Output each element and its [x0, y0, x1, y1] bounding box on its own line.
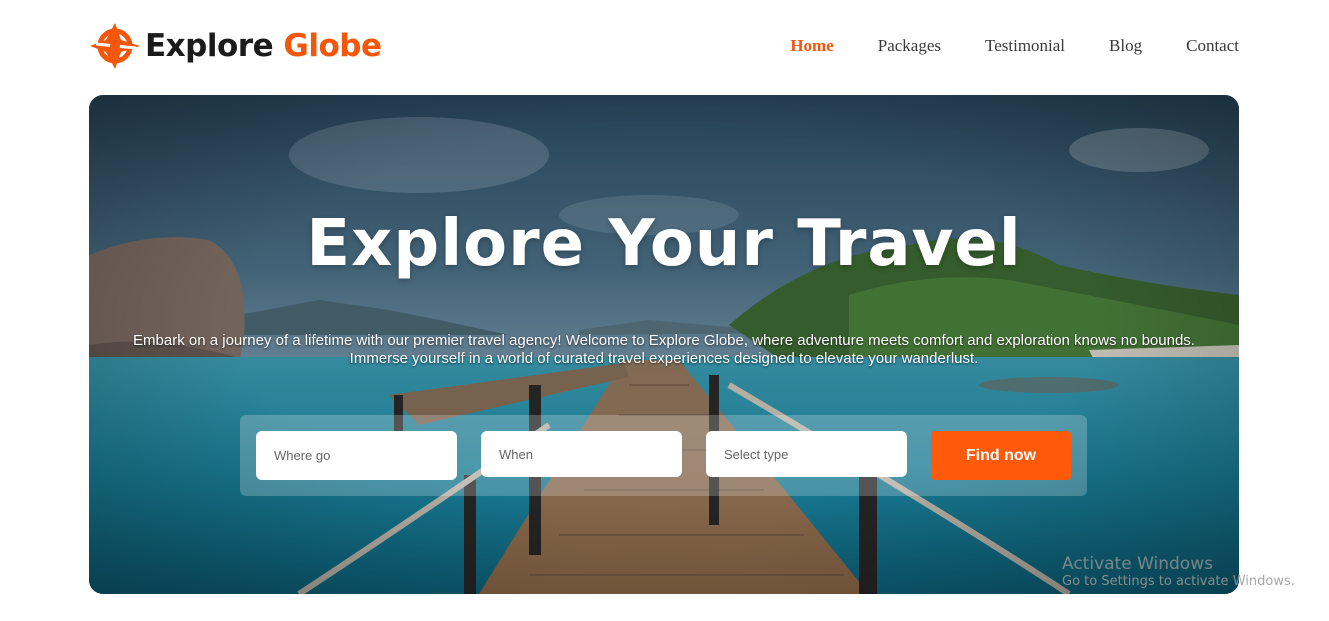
nav-item-testimonial[interactable]: Testimonial: [985, 36, 1065, 56]
nav-item-packages[interactable]: Packages: [878, 36, 941, 56]
type-field[interactable]: [706, 431, 907, 477]
brand-name-part1: Explore: [145, 28, 274, 64]
hero-description-line1: Embark on a journey of a lifetime with o…: [133, 332, 1195, 349]
nav-item-contact[interactable]: Contact: [1186, 36, 1239, 56]
brand-name-part2: Globe: [283, 28, 382, 64]
brand-logo[interactable]: Explore Globe: [88, 20, 382, 72]
globe-plane-icon: [90, 23, 140, 69]
nav-item-blog[interactable]: Blog: [1109, 36, 1142, 56]
nav-item-home[interactable]: Home: [790, 36, 833, 56]
type-select[interactable]: [722, 445, 891, 463]
hero-description-line2: Immerse yourself in a world of curated t…: [349, 350, 979, 367]
where-input[interactable]: [272, 447, 441, 464]
where-field[interactable]: [256, 431, 457, 480]
watermark-title: Activate Windows: [1062, 554, 1213, 574]
find-now-button[interactable]: Find now: [931, 431, 1071, 480]
when-input[interactable]: [497, 445, 666, 463]
hero-description: Embark on a journey of a lifetime with o…: [89, 332, 1239, 368]
page: Explore Globe Home Packages Testimonial …: [0, 0, 1329, 621]
when-field[interactable]: [481, 431, 682, 477]
main-nav: Home Packages Testimonial Blog Contact: [746, 36, 1239, 56]
brand-name: Explore Globe: [145, 20, 382, 72]
activate-windows-watermark: Activate Windows Go to Settings to activ…: [1062, 554, 1295, 590]
watermark-subtitle: Go to Settings to activate Windows.: [1062, 574, 1295, 589]
hero-title: Explore Your Travel: [306, 207, 1022, 281]
search-panel: Find now: [240, 415, 1087, 496]
hero-banner: Explore Your Travel Embark on a journey …: [89, 95, 1239, 594]
